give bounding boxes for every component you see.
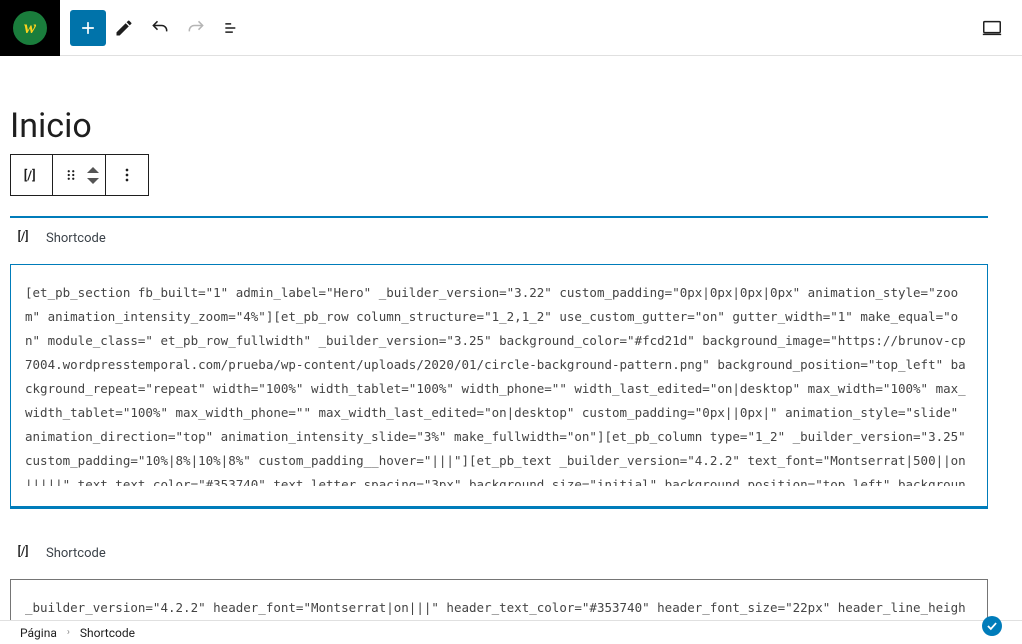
preview-device-button[interactable] (974, 10, 1010, 46)
drag-handle-icon[interactable] (59, 163, 83, 187)
redo-button[interactable] (178, 10, 214, 46)
add-block-button[interactable] (70, 10, 106, 46)
breadcrumb-leaf[interactable]: Shortcode (80, 626, 135, 640)
top-toolbar: w (0, 0, 1022, 56)
breadcrumb-root[interactable]: Página (20, 626, 57, 640)
svg-text:[/]: [/] (18, 544, 29, 558)
site-logo[interactable]: w (0, 0, 60, 56)
undo-button[interactable] (142, 10, 178, 46)
shortcode-textarea-2[interactable] (25, 596, 973, 620)
shortcode-icon: [/] (16, 541, 36, 565)
logo-letter: w (13, 11, 47, 45)
block-toolbar: [/] (10, 154, 149, 196)
shortcode-block-2[interactable]: [/] Shortcode (10, 535, 988, 620)
svg-text:[/]: [/] (18, 229, 29, 243)
block-more-options-button[interactable] (106, 155, 148, 195)
edit-mode-button[interactable] (106, 10, 142, 46)
block-movers[interactable] (87, 167, 99, 184)
page-title[interactable]: Inicio (10, 56, 1000, 154)
chevron-right-icon: › (67, 627, 70, 638)
save-indicator[interactable] (982, 616, 1002, 636)
document-outline-button[interactable] (214, 10, 250, 46)
shortcode-block-1[interactable]: [/] Shortcode (10, 216, 988, 509)
block-type-button[interactable]: [/] (11, 155, 53, 195)
block-label: Shortcode (46, 231, 106, 246)
svg-text:[/]: [/] (23, 168, 35, 184)
shortcode-textarea-1[interactable] (25, 281, 973, 486)
editor-canvas[interactable]: Inicio [/] [/] Shortcode (0, 56, 1022, 620)
shortcode-icon: [/] (16, 226, 36, 250)
block-label: Shortcode (46, 546, 106, 561)
block-breadcrumb: Página › Shortcode (0, 620, 1022, 644)
